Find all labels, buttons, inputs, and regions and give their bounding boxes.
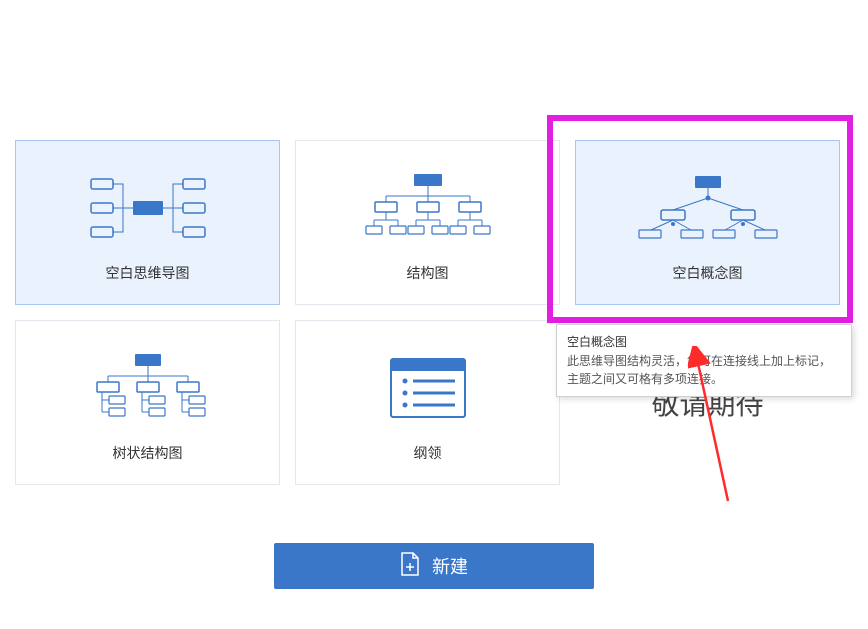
tooltip: 空白概念图 此思维导图结构灵活，您可在连接线上加上标记，主题之间又可格有多项连接… [556,324,852,397]
concept-icon [633,163,783,253]
card-label: 树状结构图 [113,443,183,463]
template-card-outline[interactable]: 纲领 [295,320,560,485]
template-card-mindmap[interactable]: 空白思维导图 [15,140,280,305]
template-card-tree[interactable]: 树状结构图 [15,320,280,485]
template-grid: 空白思维导图 [15,140,840,485]
new-button[interactable]: 新建 [274,543,594,589]
card-label: 结构图 [407,263,449,283]
mindmap-icon [83,163,213,253]
new-button-label: 新建 [432,553,468,579]
template-card-structure[interactable]: 结构图 [295,140,560,305]
structure-icon [358,163,498,253]
tree-icon [83,343,213,433]
card-label: 纲领 [414,443,442,463]
tooltip-desc: 此思维导图结构灵活，您可在连接线上加上标记，主题之间又可格有多项连接。 [567,352,841,388]
card-label: 空白思维导图 [106,263,190,283]
tooltip-title: 空白概念图 [567,333,841,350]
card-label: 空白概念图 [673,263,743,283]
new-file-icon [400,552,420,581]
outline-icon [383,343,473,433]
template-card-concept[interactable]: 空白概念图 [575,140,840,305]
